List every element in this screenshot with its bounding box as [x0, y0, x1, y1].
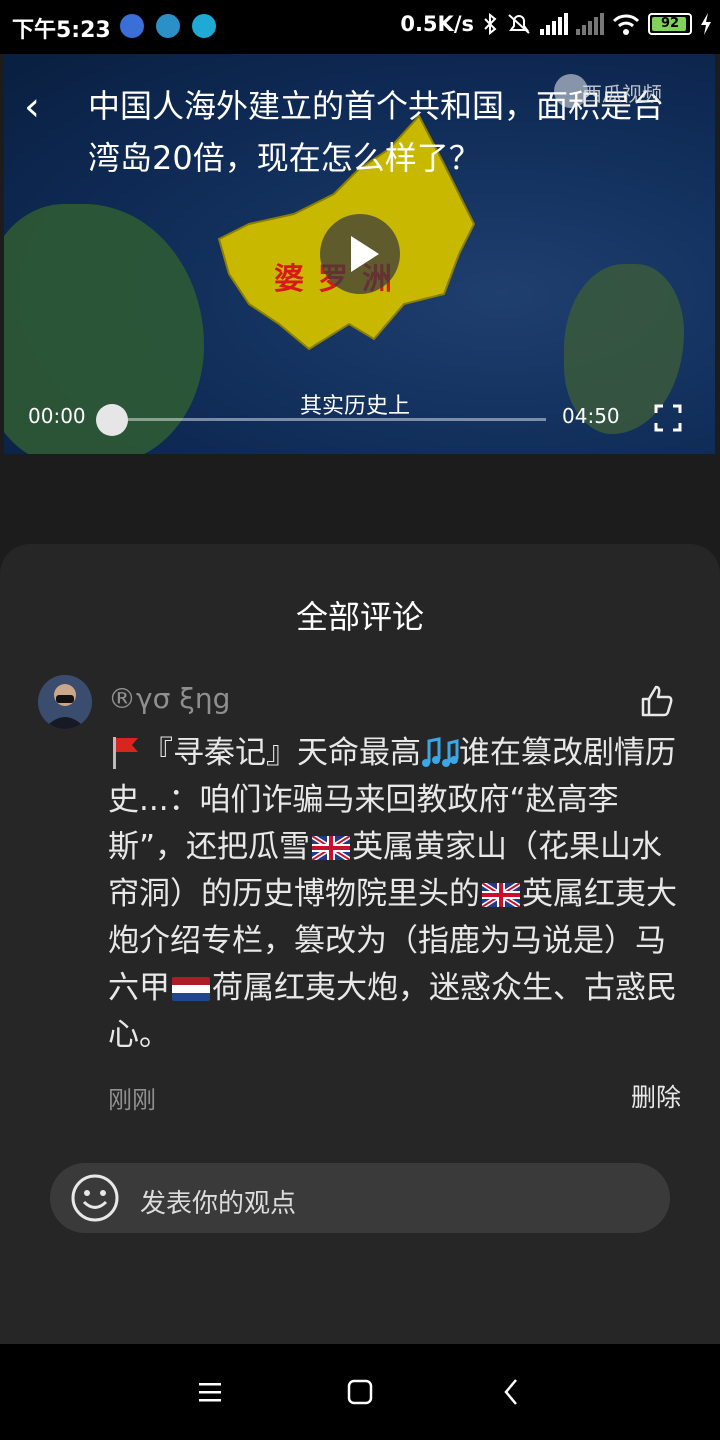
emoji-icon[interactable]	[70, 1173, 120, 1223]
status-right: 0.5K/s 92	[400, 12, 712, 36]
current-time: 00:00	[28, 404, 86, 428]
back-icon[interactable]	[490, 1370, 534, 1414]
comment-username[interactable]: ®γσ ξηg	[108, 682, 230, 715]
navigation-bar	[0, 1344, 720, 1440]
progress-track[interactable]	[110, 418, 546, 421]
app-notification-icon	[120, 14, 144, 38]
home-icon[interactable]	[338, 1370, 382, 1414]
status-bar: 下午5:23 0.5K/s 92	[0, 0, 720, 54]
uk-flag-icon	[482, 883, 520, 907]
netherlands-flag-icon	[172, 977, 210, 1001]
comment-time: 刚刚	[108, 1086, 156, 1114]
input-placeholder: 发表你的观点	[140, 1189, 297, 1219]
signal-icon	[540, 13, 568, 35]
status-time: 下午5:23	[12, 18, 111, 43]
battery-icon: 92	[648, 13, 692, 35]
thumbs-up-icon[interactable]	[640, 684, 674, 718]
progress-thumb[interactable]	[96, 404, 128, 436]
comment-text: 『寻秦记』天命最高 谁在篡改剧情历史...：咱们诈骗马来回教政府“赵高李斯”，还…	[108, 730, 688, 1059]
comment-segment: 『寻秦记』天命最高	[142, 735, 421, 771]
video-subtitle: 其实历史上	[300, 394, 411, 419]
mute-icon	[508, 14, 530, 34]
battery-level: 92	[660, 16, 680, 31]
red-flag-icon	[113, 737, 138, 769]
uk-flag-icon	[312, 836, 351, 860]
bluetooth-icon	[484, 12, 497, 36]
comment-input[interactable]: 发表你的观点	[50, 1163, 670, 1233]
app-notification-icon	[192, 14, 216, 38]
play-button[interactable]	[320, 214, 400, 294]
brand-watermark: 西瓜视频	[582, 82, 662, 106]
app-notification-icon	[156, 14, 180, 38]
network-speed: 0.5K/s	[400, 12, 474, 36]
back-arrow-icon[interactable]: ‹	[24, 84, 40, 130]
video-player[interactable]: 婆罗洲 ‹ 中国人海外建立的首个共和国，面积是台湾岛20倍，现在怎么样了？ 西瓜…	[4, 54, 715, 454]
signal-icon	[576, 13, 604, 35]
comments-sheet: 全部评论 ®γσ ξηg 『寻秦记』天命最高 谁在篡改剧情历史...：咱们诈骗马…	[0, 544, 720, 1344]
charging-icon	[701, 13, 711, 35]
fullscreen-icon[interactable]	[654, 404, 682, 432]
avatar-image	[38, 675, 92, 729]
avatar[interactable]	[38, 675, 92, 729]
sheet-title: 全部评论	[295, 598, 424, 636]
music-notes-icon	[422, 737, 459, 767]
total-time: 04:50	[562, 404, 620, 428]
menu-icon[interactable]	[188, 1370, 232, 1414]
wifi-icon	[612, 14, 640, 35]
delete-button[interactable]: 删除	[631, 1078, 681, 1114]
